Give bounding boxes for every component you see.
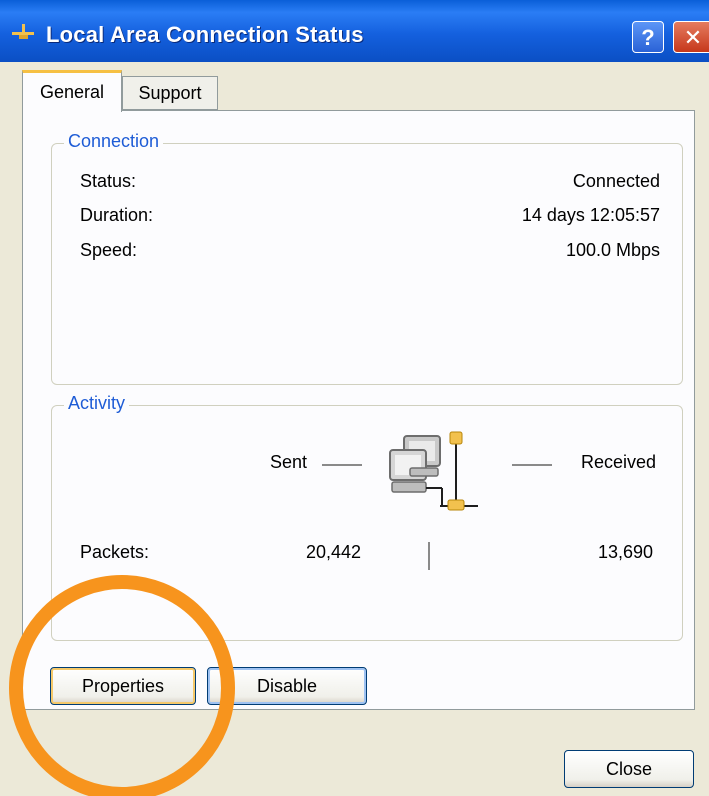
- help-button[interactable]: ?: [632, 21, 664, 53]
- connection-group: Connection Status: Connected Duration: 1…: [51, 131, 683, 385]
- status-row: Status: Connected: [80, 171, 660, 195]
- connection-status-window: Local Area Connection Status ? ✕ General…: [0, 0, 709, 796]
- speed-label: Speed:: [80, 240, 138, 260]
- duration-value: 14 days 12:05:57: [521, 205, 660, 225]
- sent-line: [322, 464, 362, 466]
- packets-divider: [428, 542, 430, 570]
- disable-button[interactable]: Disable: [207, 667, 367, 705]
- packets-received-value: 13,690: [598, 542, 654, 562]
- speed-row: Speed: 100.0 Mbps: [80, 240, 660, 264]
- title-bar[interactable]: Local Area Connection Status ? ✕: [0, 0, 709, 62]
- network-computers-icon: [389, 431, 478, 511]
- speed-value: 100.0 Mbps: [565, 240, 660, 260]
- sent-label: Sent: [270, 452, 308, 472]
- received-line: [512, 464, 552, 466]
- close-window-button[interactable]: ✕: [673, 21, 709, 53]
- received-label: Received: [581, 452, 657, 472]
- activity-legend: Activity: [64, 393, 130, 414]
- properties-button[interactable]: Properties: [50, 667, 196, 705]
- general-tab-panel: Connection Status: Connected Duration: 1…: [22, 110, 695, 710]
- window-title: Local Area Connection Status: [46, 22, 364, 47]
- tab-support[interactable]: Support: [122, 76, 218, 110]
- duration-row: Duration: 14 days 12:05:57: [80, 205, 660, 229]
- connection-legend: Connection: [64, 131, 164, 152]
- tab-general[interactable]: General: [22, 70, 122, 112]
- duration-label: Duration:: [80, 205, 154, 225]
- close-button[interactable]: Close: [564, 750, 694, 788]
- status-value: Connected: [572, 171, 660, 191]
- network-connection-icon: [12, 24, 34, 39]
- packets-sent-value: 20,442: [306, 542, 362, 562]
- status-label: Status:: [80, 171, 137, 191]
- activity-group: Activity Sent Received Packets: 20,442 1…: [51, 393, 683, 641]
- packets-label: Packets:: [80, 542, 150, 562]
